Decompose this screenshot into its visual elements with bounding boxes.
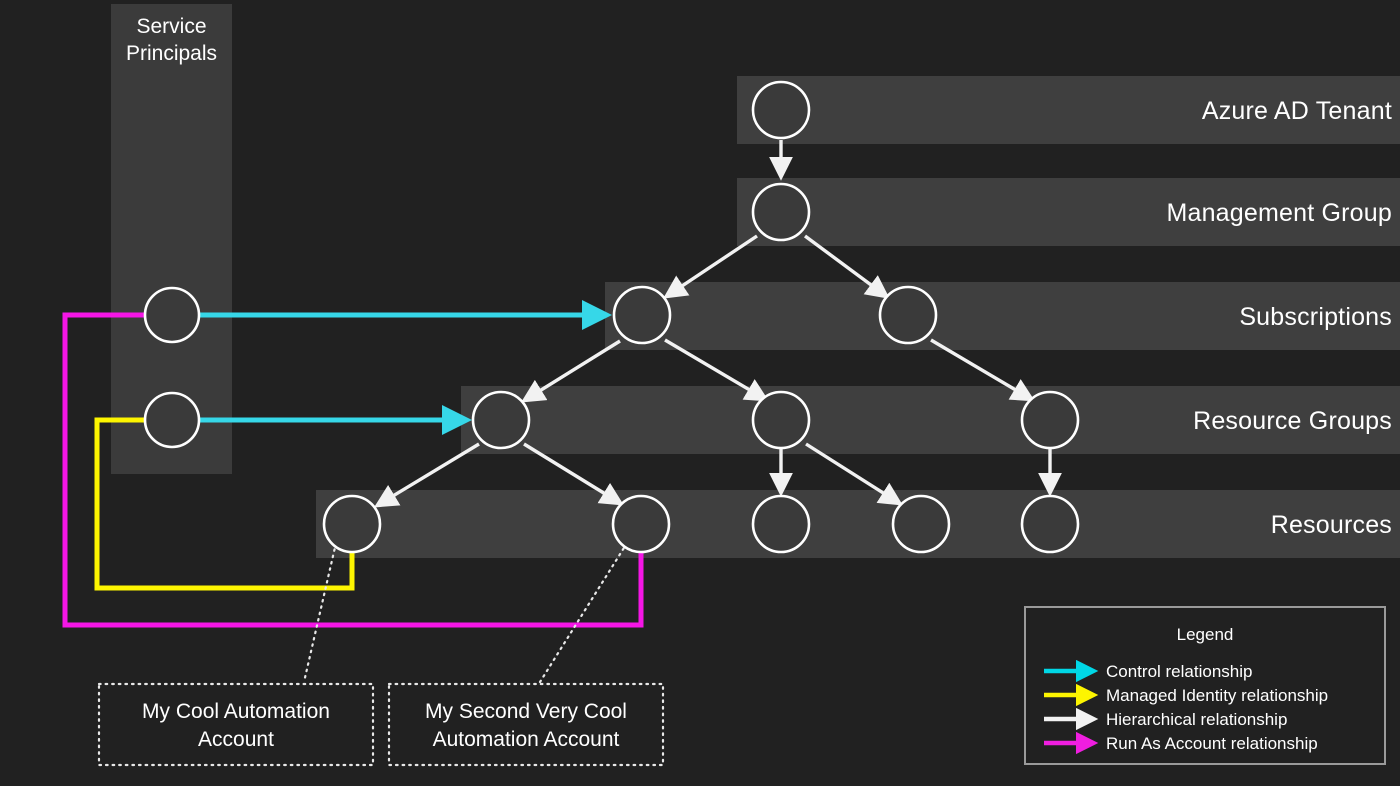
legend-label-managed-identity-relationship: Managed Identity relationship: [1106, 686, 1329, 705]
diagram-canvas: Service Principals Azure AD Tenant Manag…: [0, 0, 1400, 786]
legend-label-control-relationship: Control relationship: [1106, 662, 1253, 681]
legend-label-run-as-account-relationship: Run As Account relationship: [1106, 734, 1318, 753]
legend-title: Legend: [1176, 625, 1234, 644]
legend-label-hierarchical-relationship: Hierarchical relationship: [1106, 710, 1288, 729]
